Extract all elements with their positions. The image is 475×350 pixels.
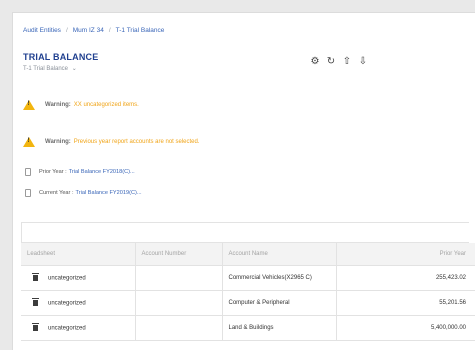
page-title: TRIAL BALANCE	[23, 52, 99, 62]
prior-year-label: Prior Year :	[39, 169, 67, 175]
breadcrumb-separator: /	[65, 27, 68, 34]
account-name-cell: Commercial Vehicles(X2965 C)	[222, 265, 337, 291]
gear-icon[interactable]: ⚙	[310, 57, 320, 67]
breadcrumb-item-entity[interactable]: Mum IZ 34	[73, 27, 104, 34]
account-number-cell	[135, 265, 223, 291]
trial-balance-selector[interactable]: T-1 Trial Balance ⌄	[23, 65, 77, 72]
prior-year-link[interactable]: Trial Balance FY2018(C)...	[69, 169, 135, 175]
prior-year-cell: 255,423.02	[336, 265, 475, 291]
trial-balance-selector-label: T-1 Trial Balance	[23, 66, 69, 72]
breadcrumb-item-trial-balance[interactable]: T-1 Trial Balance	[116, 27, 165, 34]
account-number-cell	[135, 315, 223, 341]
warning-text: Previous year report accounts are not se…	[73, 139, 200, 145]
filter-strip	[21, 222, 469, 243]
delete-icon[interactable]	[32, 297, 39, 306]
leadsheet-cell: uncategorized	[21, 290, 136, 316]
column-header-prior-year[interactable]: Prior Year	[336, 243, 475, 266]
file-icon	[25, 189, 31, 197]
upload-icon[interactable]: ⇧	[342, 57, 352, 67]
prior-year-file: Prior Year : Trial Balance FY2018(C)...	[25, 168, 135, 176]
breadcrumb-item-audit-entities[interactable]: Audit Entities	[23, 27, 61, 34]
download-icon[interactable]: ⇩	[358, 57, 368, 67]
current-year-label: Current Year :	[39, 190, 74, 196]
table-row[interactable]: uncategorized Land & Buildings 5,400,000…	[21, 315, 475, 341]
warning-label: Warning:	[45, 102, 71, 108]
toolbar: ⚙ ↻ ⇧ ⇩	[310, 57, 368, 67]
warning-icon	[23, 137, 35, 147]
leadsheet-value: uncategorized	[48, 275, 86, 282]
leadsheet-cell: uncategorized	[21, 265, 136, 291]
warning-label: Warning:	[45, 139, 71, 145]
trial-balance-table: Leadsheet Account Number Account Name Pr…	[21, 243, 475, 341]
chevron-down-icon: ⌄	[71, 66, 77, 72]
current-year-file: Current Year : Trial Balance FY2019(C)..…	[25, 189, 142, 197]
delete-icon[interactable]	[32, 322, 39, 331]
breadcrumb-separator: /	[108, 27, 111, 34]
file-icon	[25, 168, 31, 176]
warning-text: XX uncategorized items.	[73, 102, 139, 108]
leadsheet-value: uncategorized	[48, 325, 86, 332]
prior-year-cell: 5,400,000.00	[336, 315, 475, 341]
leadsheet-value: uncategorized	[48, 300, 86, 307]
prior-year-cell: 55,201.56	[336, 290, 475, 316]
table-row[interactable]: uncategorized Commercial Vehicles(X2965 …	[21, 265, 475, 291]
account-name-cell: Computer & Peripheral	[222, 290, 337, 316]
column-header-account-name[interactable]: Account Name	[222, 243, 337, 266]
delete-icon[interactable]	[32, 272, 39, 281]
warning-icon	[23, 100, 35, 110]
leadsheet-cell: uncategorized	[21, 315, 136, 341]
breadcrumb: Audit Entities / Mum IZ 34 / T-1 Trial Balan…	[23, 27, 164, 34]
table-header-row: Leadsheet Account Number Account Name Pr…	[21, 243, 475, 266]
refresh-icon[interactable]: ↻	[326, 57, 336, 67]
trial-balance-panel: Audit Entities / Mum IZ 34 / T-1 Trial Balan…	[12, 12, 475, 350]
warning-uncategorized: Warning: XX uncategorized items.	[23, 100, 139, 110]
current-year-link[interactable]: Trial Balance FY2019(C)...	[76, 190, 142, 196]
account-number-cell	[135, 290, 223, 316]
warning-prior-year: Warning: Previous year report accounts a…	[23, 137, 200, 147]
table-row[interactable]: uncategorized Computer & Peripheral 55,2…	[21, 290, 475, 316]
column-header-account-number[interactable]: Account Number	[135, 243, 223, 266]
account-name-cell: Land & Buildings	[222, 315, 337, 341]
column-header-leadsheet[interactable]: Leadsheet	[21, 243, 136, 266]
